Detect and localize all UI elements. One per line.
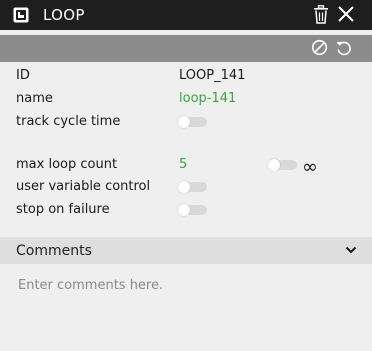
stop-on-failure-toggle[interactable] <box>178 204 207 216</box>
reset-icon[interactable] <box>335 39 352 56</box>
comments-section-header[interactable]: Comments <box>0 237 372 264</box>
close-icon[interactable] <box>337 5 355 23</box>
comments-title: Comments <box>16 243 92 259</box>
panel-title: LOOP <box>43 6 85 24</box>
title-bar: LOOP <box>0 0 372 30</box>
user-variable-control-label: user variable control <box>16 179 151 194</box>
id-label: ID <box>16 68 30 83</box>
action-toolbar <box>0 35 372 62</box>
track-cycle-time-toggle[interactable] <box>178 116 207 128</box>
loop-block-icon <box>13 7 29 23</box>
max-loop-count-label: max loop count <box>16 157 118 172</box>
name-value[interactable]: loop-141 <box>179 91 236 107</box>
id-value: LOOP_141 <box>179 68 246 83</box>
infinity-icon: ∞ <box>302 156 318 178</box>
trash-icon[interactable] <box>313 5 329 24</box>
track-cycle-time-label: track cycle time <box>16 114 121 129</box>
chevron-down-icon[interactable] <box>345 245 357 255</box>
name-label: name <box>16 91 53 106</box>
disable-icon[interactable] <box>311 39 328 56</box>
user-variable-control-toggle[interactable] <box>178 181 207 193</box>
max-loop-count-value[interactable]: 5 <box>179 157 187 173</box>
stop-on-failure-label: stop on failure <box>16 202 110 217</box>
comments-input[interactable] <box>8 272 364 344</box>
infinite-loop-toggle[interactable] <box>268 159 297 171</box>
